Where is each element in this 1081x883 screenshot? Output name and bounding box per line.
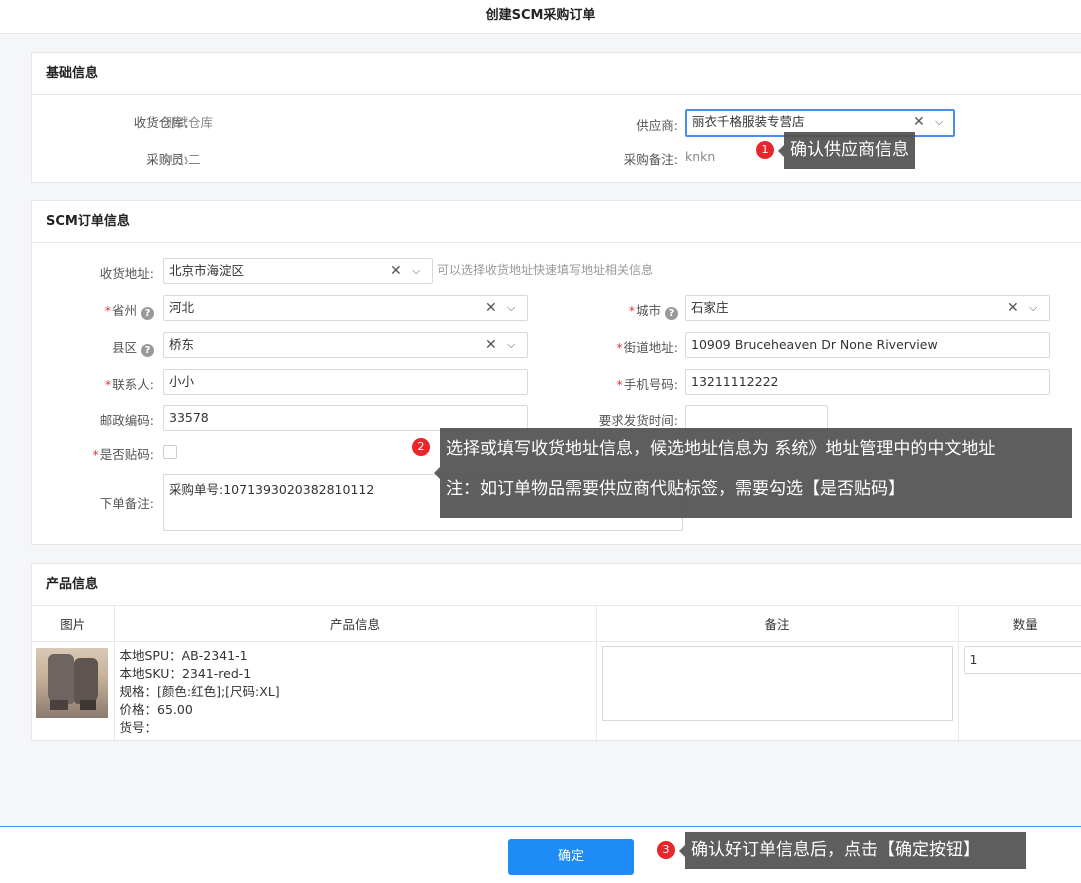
district-label: 县区? [72,337,154,357]
address-hint: 可以选择收货地址快速填写地址相关信息 [437,263,654,277]
note-textarea[interactable] [601,645,953,721]
tip-confirm-supplier: 确认供应商信息 [778,132,915,169]
product-image-cell [32,641,115,742]
product-info-title: 产品信息 [32,564,1081,606]
column-header: 产品信息 [114,606,597,642]
province-label: *省州? [72,300,154,320]
supplier-value: 丽衣千格服装专营店 [692,114,805,129]
product-info-cell: 本地SPU：AB-2341-1 本地SKU：2341-red-1 规格：[颜色:… [114,641,597,742]
close-icon[interactable]: ✕ [485,296,497,320]
city-select[interactable]: 石家庄 ✕ ⌵ [685,295,1050,321]
basic-info-card: 基础信息 收货仓库: 测试仓库 采购员: 刘小二 供应商: 丽衣千格服装专营店 … [31,52,1081,183]
question-icon[interactable]: ? [665,307,678,320]
note-cell [596,641,959,742]
question-icon[interactable]: ? [141,344,154,357]
basic-info-title: 基础信息 [32,53,1081,95]
product-table: 图片 产品信息 备注 数量 本地SPU：AB-2341-1 本地SKU：2341… [32,606,1081,742]
street-input[interactable]: 10909 Bruceheaven Dr None Riverview [685,332,1050,358]
tip-confirm-order: 确认好订单信息后，点击【确定按钮】 [679,832,1026,869]
chevron-down-icon[interactable]: ⌵ [507,296,515,320]
product-spec: 规格：[颜色:红色];[尺码:XL] [119,683,280,699]
address-select[interactable]: 北京市海淀区 ✕ ⌵ [163,258,433,284]
column-header: 备注 [596,606,959,642]
step-badge-3: 3 [657,841,675,859]
qty-cell: 1 [958,641,1081,742]
question-icon[interactable]: ? [141,307,154,320]
page-title: 创建SCM采购订单 [0,0,1081,34]
product-item-no: 货号： [119,719,158,735]
warehouse-value: 测试仓库 [163,115,214,130]
column-header: 数量 [958,606,1081,642]
province-select[interactable]: 河北 ✕ ⌵ [163,295,528,321]
product-info-card: 产品信息 图片 产品信息 备注 数量 本地SPU：AB-2341-1 本地SKU… [31,563,1081,742]
contact-input[interactable]: 小小 [163,369,528,395]
product-sku: 本地SKU：2341-red-1 [119,665,252,681]
scm-order-title: SCM订单信息 [32,201,1081,243]
purchase-remark-label: 采购备注: [623,152,678,167]
step-badge-2: 2 [412,438,430,456]
product-spu: 本地SPU：AB-2341-1 [119,647,248,663]
district-value: 桥东 [169,337,195,352]
ship-time-label: 要求发货时间: [598,413,678,428]
street-label: *街道地址: [616,340,678,355]
contact-label: *联系人: [105,377,154,392]
purchase-remark-value: knkn [685,149,716,164]
step-badge-1: 1 [756,141,774,159]
order-remark-label: 下单备注: [99,496,154,511]
province-value: 河北 [169,300,195,315]
close-icon[interactable]: ✕ [1007,296,1019,320]
chevron-down-icon[interactable]: ⌵ [935,111,943,133]
label-code-checkbox[interactable] [163,445,177,459]
buyer-value: 刘小二 [163,152,201,167]
close-icon[interactable]: ✕ [485,333,497,357]
quantity-input[interactable]: 1 [963,645,1081,674]
confirm-button[interactable]: 确定 [508,839,634,875]
chevron-down-icon[interactable]: ⌵ [507,333,515,357]
tip-address-line1: 选择或填写收货地址信息，候选地址信息为 系统》地址管理中的中文地址 [446,439,996,459]
district-select[interactable]: 桥东 ✕ ⌵ [163,332,528,358]
zip-label: 邮政编码: [99,413,154,428]
phone-label: *手机号码: [616,377,678,392]
chevron-down-icon[interactable]: ⌵ [412,259,420,283]
phone-input[interactable]: 13211112222 [685,369,1050,395]
address-label: 收货地址: [99,266,154,281]
city-value: 石家庄 [691,300,729,315]
product-price: 价格：65.00 [119,701,193,717]
close-icon[interactable]: ✕ [913,111,925,133]
product-image [36,647,108,718]
chevron-down-icon[interactable]: ⌵ [1029,296,1037,320]
tip-address-line2: 注：如订单物品需要供应商代贴标签，需要勾选【是否贴码】 [446,479,905,499]
city-label: *城市? [592,300,678,320]
supplier-label: 供应商: [636,118,678,133]
tip-address: 选择或填写收货地址信息，候选地址信息为 系统》地址管理中的中文地址 注：如订单物… [434,428,1072,518]
address-value: 北京市海淀区 [169,263,245,278]
table-row: 本地SPU：AB-2341-1 本地SKU：2341-red-1 规格：[颜色:… [32,641,1081,742]
column-header: 图片 [32,606,115,642]
label-code-label: *是否贴码: [92,447,154,462]
close-icon[interactable]: ✕ [390,259,402,283]
